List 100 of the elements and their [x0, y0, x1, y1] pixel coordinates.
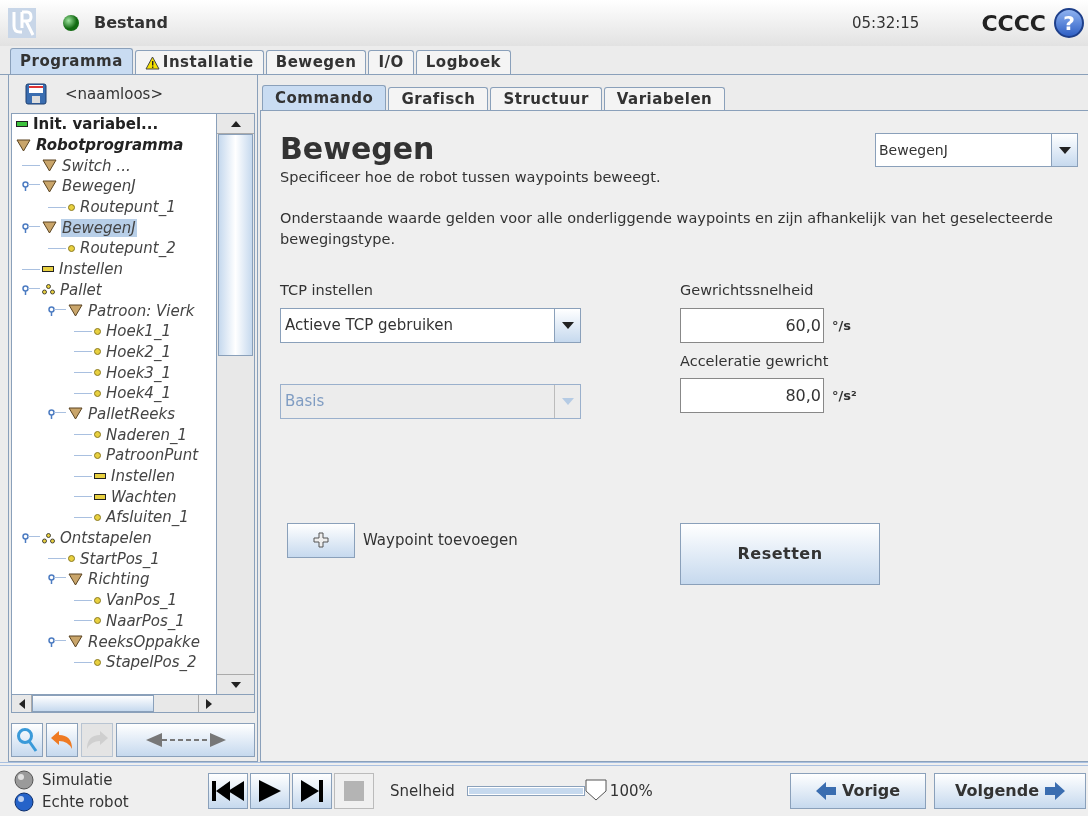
right-arrow-icon[interactable] — [205, 698, 212, 709]
dot-icon — [94, 513, 101, 521]
tree-item[interactable]: StapelPos_2 — [105, 653, 198, 672]
reset-button[interactable]: Resetten — [680, 522, 880, 585]
tree-item[interactable]: Patroon: Vierk — [87, 301, 196, 320]
expand-handle-icon[interactable] — [48, 636, 66, 647]
tree-item[interactable]: Switch ... — [61, 156, 132, 175]
move-button[interactable] — [116, 723, 255, 757]
main-tab[interactable]: Programma — [10, 48, 133, 74]
tree-item[interactable]: Robotprogramma — [35, 136, 185, 155]
play-button[interactable] — [250, 773, 290, 809]
sub-tab[interactable]: Grafisch — [388, 87, 489, 110]
main-tab[interactable]: Installatie — [134, 50, 264, 74]
action-marker-icon — [94, 493, 106, 500]
triangle-icon — [16, 138, 31, 152]
tree-item[interactable]: Instellen — [110, 467, 176, 486]
dots-icon — [42, 284, 55, 296]
action-marker-icon — [42, 266, 54, 273]
dot-icon — [94, 389, 101, 397]
accel-field[interactable]: 80,0 — [680, 377, 824, 413]
tree-item[interactable]: Init. variabel... — [32, 115, 160, 134]
expand-handle-icon[interactable] — [48, 305, 66, 316]
clock-text: 05:32:15 — [852, 12, 920, 34]
tree-item[interactable]: Routepunt_2 — [79, 239, 177, 258]
tree-item[interactable]: Ontstapelen — [59, 529, 153, 548]
tree-item[interactable]: Instellen — [58, 260, 124, 279]
vertical-scrollbar[interactable] — [216, 114, 254, 694]
rewind-button[interactable] — [208, 773, 248, 809]
tree-item[interactable]: Routepunt_1 — [79, 198, 177, 217]
sub-tab[interactable]: Variabelen — [603, 87, 726, 110]
dots-icon — [42, 532, 55, 544]
main-tab[interactable]: Bewegen — [265, 50, 367, 74]
unit-text: °/s² — [832, 386, 857, 405]
sub-tab[interactable]: Structuur — [490, 87, 602, 110]
caret-icon — [1058, 146, 1071, 154]
tree-item[interactable]: BewegenJ — [61, 177, 137, 196]
tcp-dropdown[interactable]: Actieve TCP gebruiken — [280, 307, 581, 343]
next-button[interactable]: Volgende — [934, 773, 1086, 809]
tree-item[interactable]: PatroonPunt — [105, 446, 200, 465]
tree-item[interactable]: Afsluiten_1 — [105, 508, 190, 527]
save-icon[interactable] — [25, 83, 47, 105]
tree-item[interactable]: BewegenJ — [61, 218, 137, 237]
init-marker-icon — [16, 121, 28, 128]
expand-handle-icon[interactable] — [48, 574, 66, 585]
expand-handle-icon[interactable] — [22, 284, 40, 295]
tree-item[interactable]: StartPos_1 — [79, 549, 161, 568]
unit-text: °/s — [832, 316, 851, 335]
tree-item[interactable]: Richting — [87, 570, 151, 589]
tree-item[interactable]: Hoek3_1 — [105, 363, 172, 382]
tree-item[interactable]: Hoek1_1 — [105, 322, 172, 341]
warning-icon — [144, 55, 160, 70]
previous-button[interactable]: Vorige — [790, 773, 926, 809]
tree-item[interactable]: Pallet — [59, 280, 103, 299]
tree-item[interactable]: VanPos_1 — [105, 591, 179, 610]
action-marker-icon — [94, 473, 106, 480]
radio-light-icon[interactable] — [14, 770, 34, 790]
subtitle-text: Specificeer hoe de robot tussen waypoints beweegt. — [280, 168, 662, 187]
tree-item[interactable]: Wachten — [110, 487, 178, 506]
speed-reading: 100% — [609, 780, 653, 802]
down-arrow-icon[interactable] — [230, 681, 241, 688]
expand-handle-icon[interactable] — [22, 533, 40, 544]
triangle-icon — [42, 179, 57, 193]
logo-icon — [8, 8, 36, 38]
mode-label: Simulatie — [42, 769, 113, 791]
add-waypoint-button[interactable] — [287, 522, 355, 558]
sub-tab[interactable]: Commando — [262, 85, 387, 110]
accel-label: Acceleratie gewricht — [680, 351, 830, 371]
description-text: Onderstaande waarde gelden voor alle onderliggende waypoints en zijn afhankelijk van het geselecteerde bewegingstype. — [280, 208, 1054, 249]
left-right-arrow-icon — [145, 732, 226, 748]
tree-item[interactable]: Naderen_1 — [105, 425, 189, 444]
skip-forward-icon — [301, 780, 323, 802]
dot-icon — [68, 203, 75, 211]
main-tab[interactable]: Logboek — [415, 50, 512, 74]
speed-field[interactable]: 60,0 — [680, 307, 824, 343]
expand-handle-icon[interactable] — [48, 408, 66, 419]
horizontal-scrollbar[interactable] — [11, 695, 255, 713]
tree-item[interactable]: Hoek2_1 — [105, 342, 172, 361]
undo-button[interactable] — [46, 723, 78, 757]
dot-icon — [94, 617, 101, 625]
add-waypoint-label: Waypoint toevoegen — [363, 529, 518, 551]
step-button[interactable] — [292, 773, 332, 809]
speed-label: Gewrichtssnelheid — [680, 280, 815, 300]
expand-handle-icon[interactable] — [22, 222, 40, 233]
radio-light-icon[interactable] — [14, 792, 34, 812]
left-arrow-icon[interactable] — [18, 698, 25, 709]
tree-item[interactable]: ReeksOppakke — [87, 632, 202, 651]
mode-label: Echte robot — [42, 791, 129, 813]
undo-icon — [50, 730, 74, 750]
search-button[interactable] — [11, 723, 43, 757]
file-menu[interactable]: Bestand — [94, 11, 168, 35]
tree-item[interactable]: NaarPos_1 — [105, 611, 186, 630]
up-arrow-icon[interactable] — [230, 120, 241, 127]
slider-thumb[interactable] — [584, 779, 607, 801]
tree-item[interactable]: PalletReeks — [87, 404, 177, 423]
play-icon — [259, 780, 281, 802]
triangle-icon — [68, 304, 83, 318]
expand-handle-icon[interactable] — [22, 181, 40, 192]
main-tab[interactable]: I/O — [368, 50, 414, 74]
tree-item[interactable]: Hoek4_1 — [105, 384, 172, 403]
move-type-dropdown[interactable]: BewegenJ — [875, 133, 1078, 167]
